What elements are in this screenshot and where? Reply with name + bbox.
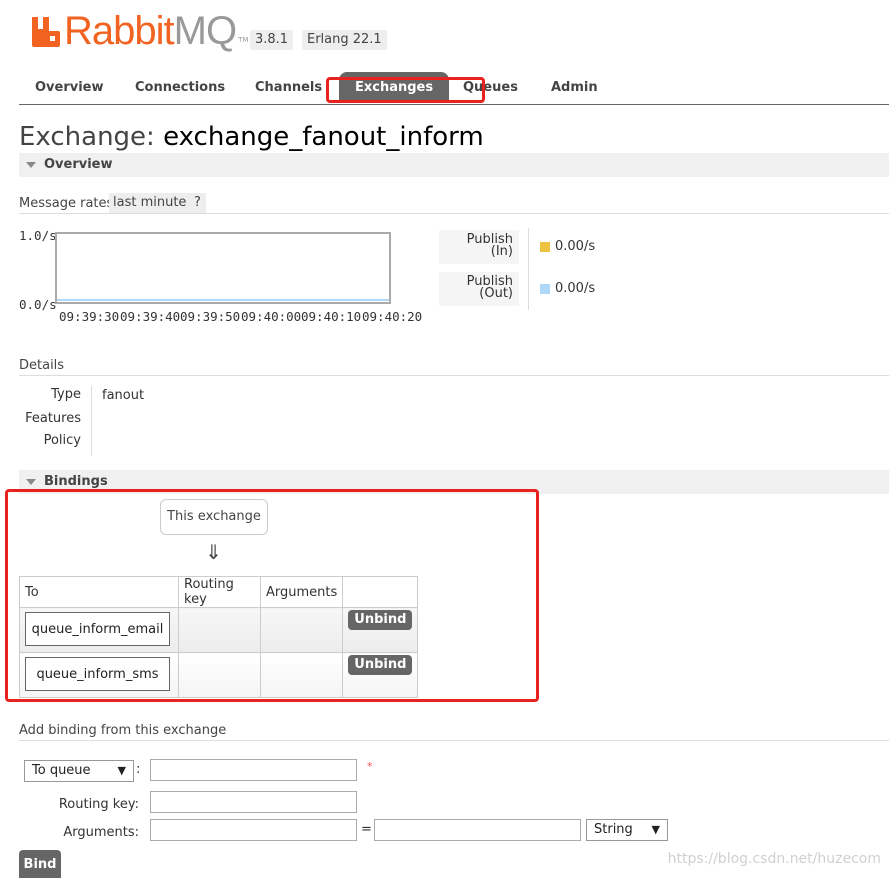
rabbitmq-logo: RabbitMQ TM — [30, 9, 249, 53]
x-tick: 09:39:40 — [120, 309, 181, 324]
colon-label: : — [136, 762, 141, 777]
legend-divider — [528, 228, 529, 310]
legend-publish-in[interactable]: Publish (In) — [439, 230, 519, 264]
destination-input[interactable] — [150, 759, 357, 781]
column-header-actions — [342, 576, 419, 608]
queue-link[interactable]: queue_inform_email — [25, 612, 170, 646]
y-axis-min: 0.0/s — [19, 297, 57, 312]
table-row: queue_inform_sms Unbind — [19, 652, 419, 698]
legend-publish-out[interactable]: Publish (Out) — [439, 272, 519, 306]
divider — [19, 213, 889, 214]
dropdown-caret-icon: ▼ — [117, 764, 126, 777]
collapse-triangle-icon — [26, 479, 36, 485]
exchanges-tab-highlight — [326, 77, 485, 103]
erlang-version-badge: Erlang 22.1 — [302, 30, 387, 50]
add-binding-label: Add binding from this exchange — [19, 723, 227, 738]
bind-button[interactable]: Bind — [19, 850, 61, 878]
detail-features-key: Features — [25, 411, 81, 426]
x-tick: 09:40:00 — [241, 309, 302, 324]
bindings-table: To Routing key Arguments queue_inform_em… — [19, 576, 419, 698]
collapse-triangle-icon — [26, 162, 36, 168]
arguments-label: Arguments: — [63, 825, 139, 840]
argument-key-input[interactable] — [150, 819, 357, 841]
column-header-routing-key: Routing key — [178, 576, 261, 608]
detail-type-value: fanout — [102, 388, 145, 403]
publish-out-rate: 0.00/s — [555, 281, 596, 296]
details-label: Details — [19, 358, 65, 373]
overview-section-toggle[interactable]: Overview — [19, 153, 889, 177]
unbind-button[interactable]: Unbind — [348, 610, 413, 630]
watermark: https://blog.csdn.net/huzecom — [667, 851, 881, 867]
rabbit-logo-icon — [30, 15, 62, 47]
divider — [19, 740, 889, 741]
details-divider — [91, 386, 92, 456]
message-rates-label: Message rates — [19, 196, 114, 211]
x-tick: 09:39:50 — [180, 309, 241, 324]
logo-trademark: TM — [238, 36, 249, 44]
tab-channels[interactable]: Channels — [239, 72, 338, 103]
this-exchange-box: This exchange — [160, 499, 268, 535]
routing-key-input[interactable] — [150, 791, 357, 813]
argument-type-select[interactable]: String ▼ — [586, 819, 668, 841]
tab-connections[interactable]: Connections — [119, 72, 241, 103]
exchange-name: exchange_fanout_inform — [163, 122, 484, 152]
publish-in-rate: 0.00/s — [555, 239, 596, 254]
logo-text: RabbitMQ — [64, 9, 237, 53]
page-title: Exchange: exchange_fanout_inform — [19, 122, 484, 152]
required-mark: * — [367, 760, 373, 773]
y-axis-max: 1.0/s — [19, 228, 57, 243]
routing-key-label: Routing key: — [58, 797, 139, 812]
range-selector[interactable]: last minute — [109, 193, 191, 213]
x-tick: 09:40:10 — [301, 309, 362, 324]
destination-type-select[interactable]: To queue ▼ — [24, 760, 134, 782]
argument-value-input[interactable] — [374, 819, 581, 841]
legend-swatch-publish-out — [540, 284, 550, 294]
table-row: queue_inform_email Unbind — [19, 607, 419, 653]
unbind-button[interactable]: Unbind — [348, 655, 413, 675]
legend-swatch-publish-in — [540, 242, 550, 252]
detail-type-key: Type — [51, 387, 81, 402]
arguments-cell — [259, 607, 344, 653]
x-tick: 09:40:20 — [362, 309, 423, 324]
column-header-to: To — [19, 576, 179, 608]
dropdown-caret-icon: ▼ — [651, 823, 660, 836]
version-badge: 3.8.1 — [250, 30, 294, 50]
x-tick: 09:39:30 — [59, 309, 120, 324]
column-header-arguments: Arguments — [259, 576, 344, 608]
equals-sign: = — [361, 822, 372, 837]
down-arrow-icon: ⇓ — [205, 540, 222, 564]
message-rates-chart — [55, 232, 391, 304]
tab-admin[interactable]: Admin — [535, 72, 614, 103]
queue-link[interactable]: queue_inform_sms — [25, 657, 170, 691]
routing-key-cell — [178, 607, 261, 653]
arguments-cell — [259, 652, 344, 698]
divider — [19, 375, 889, 376]
tab-overview[interactable]: Overview — [19, 72, 120, 103]
help-button[interactable]: ? — [189, 193, 206, 213]
routing-key-cell — [178, 652, 261, 698]
detail-policy-key: Policy — [43, 433, 81, 448]
